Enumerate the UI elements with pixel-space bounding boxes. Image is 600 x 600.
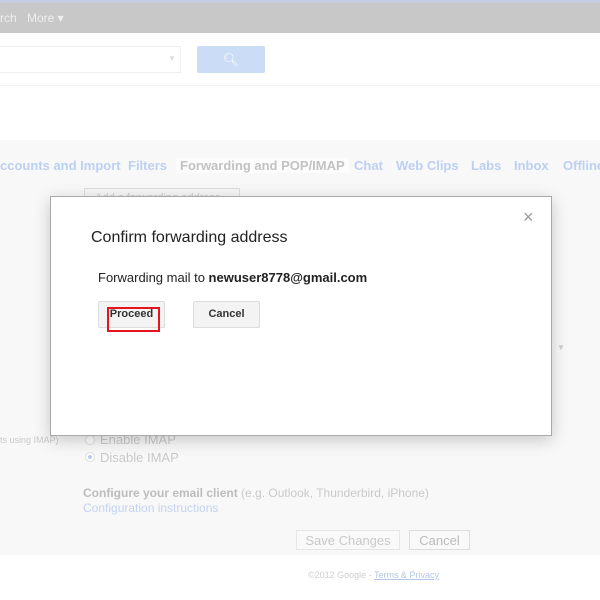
- nav-search-link[interactable]: rch: [0, 11, 17, 25]
- tab-inbox[interactable]: Inbox: [514, 158, 549, 173]
- disable-imap-radio[interactable]: [85, 452, 95, 462]
- search-options-icon[interactable]: ▼: [168, 54, 176, 63]
- tab-chat[interactable]: Chat: [354, 158, 383, 173]
- dialog-message: Forwarding mail to newuser8778@gmail.com: [98, 270, 367, 285]
- footer: ©2012 Google - Terms & Privacy: [308, 570, 439, 580]
- tab-labs[interactable]: Labs: [471, 158, 501, 173]
- configure-examples: (e.g. Outlook, Thunderbird, iPhone): [237, 486, 429, 500]
- tab-forwarding-pop-imap[interactable]: Forwarding and POP/IMAP: [176, 158, 349, 173]
- confirm-forwarding-dialog: × Confirm forwarding address Forwarding …: [50, 196, 552, 436]
- configuration-instructions-link[interactable]: Configuration instructions: [83, 501, 218, 515]
- search-icon: 🔍︎: [222, 52, 240, 67]
- tab-offline[interactable]: Offline: [563, 158, 600, 173]
- copyright: ©2012 Google -: [308, 570, 375, 580]
- forwarding-email: newuser8778@gmail.com: [208, 270, 368, 285]
- tab-filters[interactable]: Filters: [128, 158, 167, 173]
- proceed-highlight-box: [107, 307, 160, 332]
- close-icon[interactable]: ×: [523, 207, 534, 228]
- enable-imap-radio[interactable]: [85, 435, 95, 445]
- top-nav-bar: [0, 3, 600, 33]
- configure-email-client-text: Configure your email client (e.g. Outloo…: [83, 486, 429, 500]
- save-changes-button[interactable]: Save Changes: [296, 530, 400, 550]
- dialog-title: Confirm forwarding address: [91, 229, 288, 246]
- search-input[interactable]: [0, 46, 181, 73]
- dropdown-caret-icon[interactable]: ▼: [557, 343, 565, 352]
- settings-cancel-button[interactable]: Cancel: [409, 530, 470, 550]
- message-text: Forwarding mail to: [98, 270, 209, 285]
- disable-imap-label: Disable IMAP: [100, 450, 179, 465]
- terms-privacy-link[interactable]: Terms & Privacy: [374, 570, 439, 580]
- configure-heading: Configure your email client: [83, 486, 238, 500]
- tab-accounts-and-import[interactable]: ccounts and Import: [0, 158, 121, 173]
- nav-more-menu[interactable]: More ▾: [27, 11, 64, 25]
- tab-web-clips[interactable]: Web Clips: [396, 158, 459, 173]
- search-button[interactable]: 🔍︎: [197, 46, 265, 73]
- dialog-cancel-button[interactable]: Cancel: [193, 301, 260, 328]
- imap-access-label: ts using IMAP): [0, 435, 59, 445]
- divider: [0, 85, 600, 86]
